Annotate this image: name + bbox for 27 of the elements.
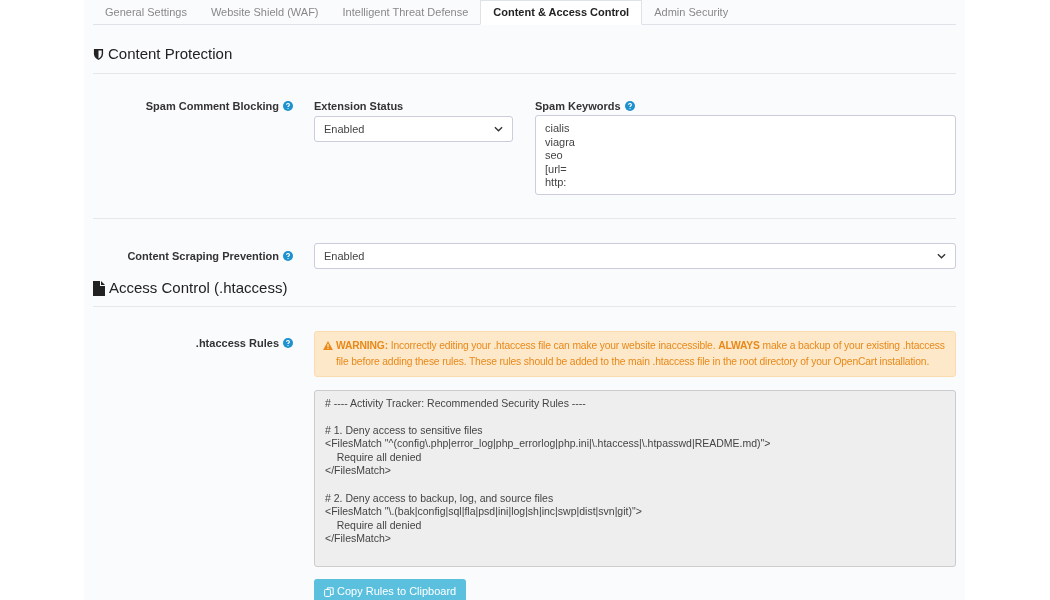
shield-icon <box>93 47 104 61</box>
copy-icon <box>324 586 334 597</box>
warning-icon <box>323 340 333 350</box>
help-icon <box>624 100 635 111</box>
select-field[interactable]: Enabled <box>314 116 513 142</box>
field-label: Spam Keywords <box>535 99 621 112</box>
help-icon <box>283 100 293 111</box>
field-label: .htaccess Rules <box>195 336 279 349</box>
help-icon <box>283 250 293 261</box>
section-heading: Access Control (.htaccess) <box>109 278 288 298</box>
tab[interactable]: General Settings <box>93 0 199 25</box>
tab[interactable]: Admin Security <box>642 0 741 25</box>
caret-icon <box>937 253 946 259</box>
rules-textarea[interactable]: # ---- Activity Tracker: Recommended Security Rules ---- # 1. Deny access to sensitive files <FilesMatch "^(config\.php|error_log|php_errorlog|php.ini|\.htaccess|\.htpasswd|README.md)"> Require all denied </FilesMatch> # 2. Deny access to backup, log, and source files <FilesMatch "\.(bak|config|sql|fla|psd|ini|log|sh|inc|swp|dist|svn|git)"> Require all denied </FilesMatch> <box>314 389 956 567</box>
warning-text: WARNING: Incorrectly editing your .htaccess file can make your website inaccessible. ALWAYS make a backup of your existing .htaccess file before adding these rules. These rules should be added to the main .htaccess file in the root directory of your OpenCart installation. <box>336 338 946 369</box>
field-label: Extension Status <box>314 98 405 114</box>
section-heading: Content Protection <box>108 44 233 64</box>
help-icon <box>283 337 293 348</box>
file-icon <box>93 280 105 296</box>
caret-icon <box>494 126 503 132</box>
field-label: Content Scraping Prevention <box>127 249 279 262</box>
tab[interactable]: Website Shield (WAF) <box>198 0 331 25</box>
select-field[interactable]: Enabled <box>314 243 956 269</box>
field-label: Spam Comment Blocking <box>145 99 279 112</box>
tab[interactable]: Content & Access Control <box>480 0 643 25</box>
keywords-textarea[interactable]: cialis viagra seo [url= http: <box>535 115 956 195</box>
tab[interactable]: Intelligent Threat Defense <box>330 0 481 25</box>
